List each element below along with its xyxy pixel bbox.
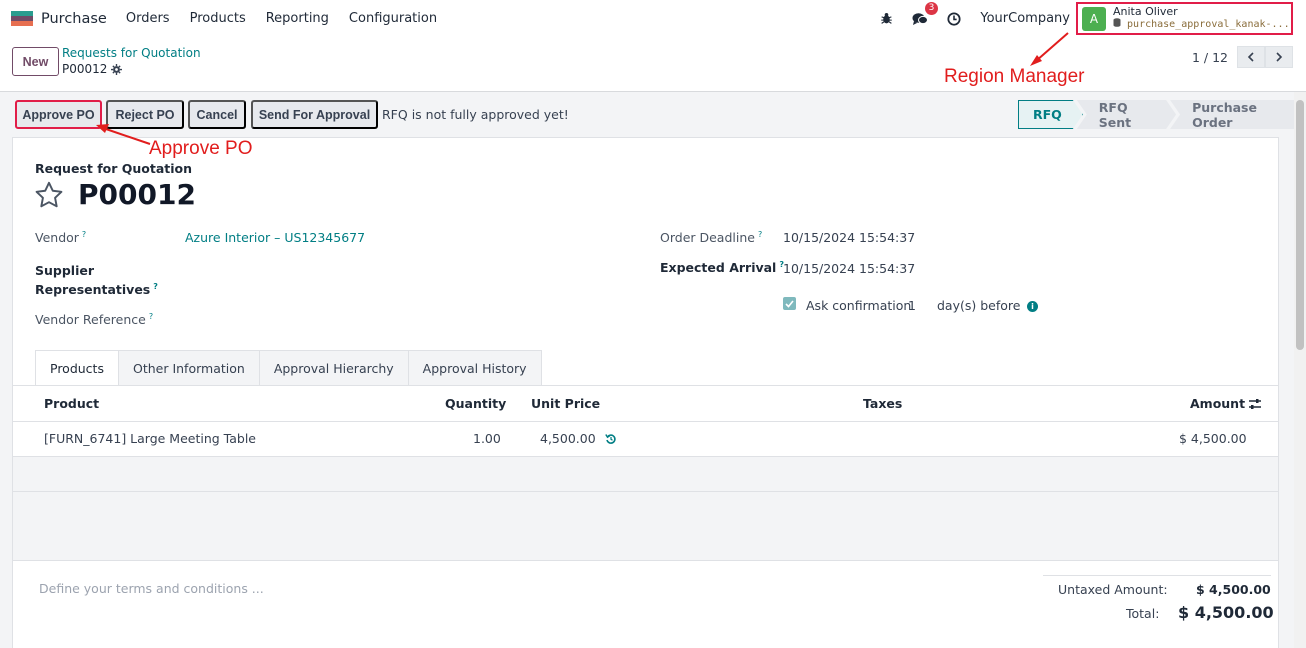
approve-po-annotation: Approve PO	[149, 138, 253, 159]
region-manager-annotation: Region Manager	[944, 66, 1085, 87]
annotation-arrows	[96, 32, 1069, 145]
